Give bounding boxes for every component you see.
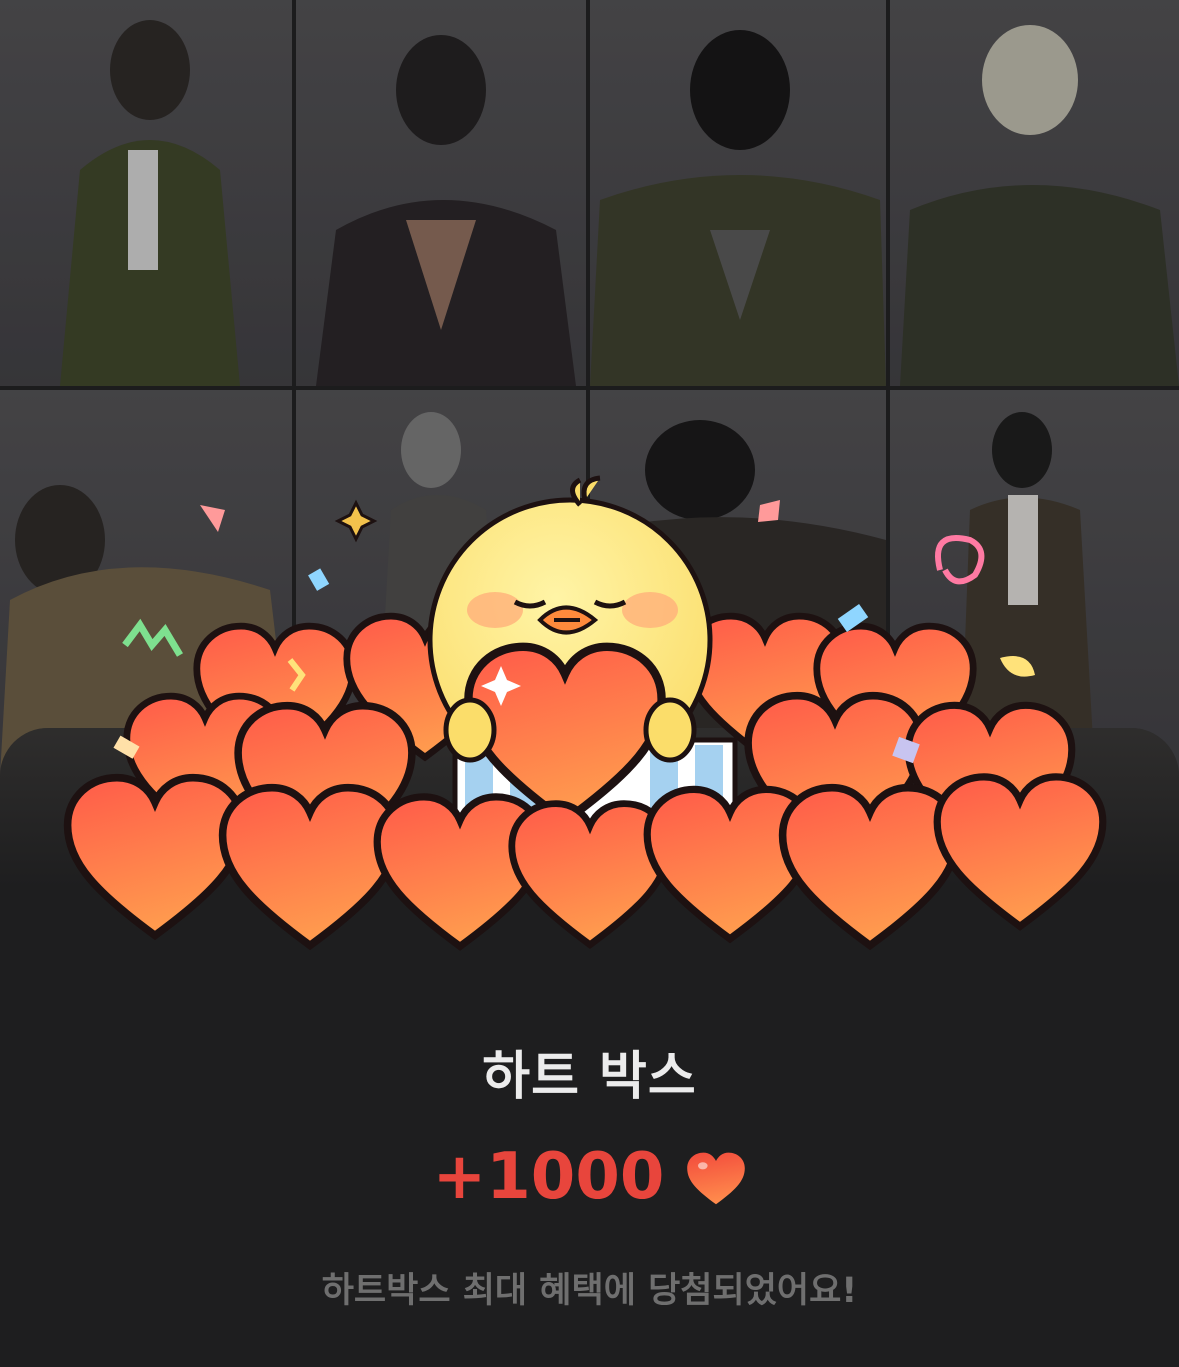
- reward-description: 하트박스 최대 혜택에 당첨되었어요!: [321, 1271, 858, 1311]
- reward-row: +1000: [0, 1140, 1179, 1214]
- popup-title: 하트 박스: [482, 1047, 697, 1107]
- heart-box-illustration: [40, 475, 1140, 980]
- reward-amount: +1000: [432, 1140, 665, 1214]
- heart-icon: [687, 1152, 746, 1205]
